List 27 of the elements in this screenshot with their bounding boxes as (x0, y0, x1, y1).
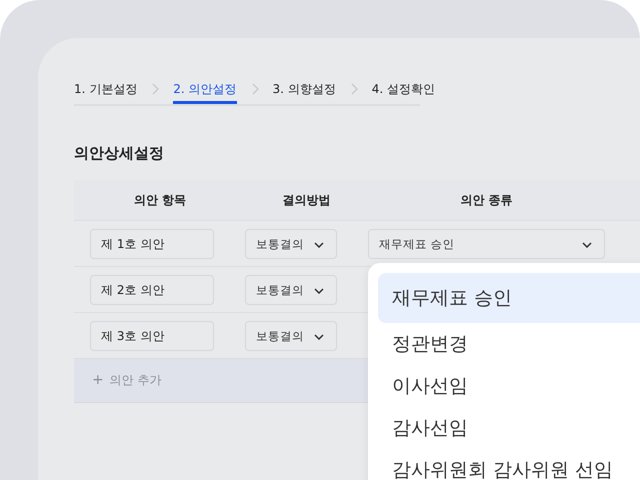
column-header: 의안 항목 (134, 192, 186, 206)
step-tab[interactable]: 2. 의안설정 (173, 76, 237, 104)
caret-down-icon (582, 242, 592, 248)
agenda-name-field[interactable]: 제 3호 의안 (90, 320, 214, 350)
step-tab[interactable]: 1. 기본설정 (74, 76, 138, 104)
agenda-type-select[interactable]: 재무제표 승인 (368, 228, 605, 258)
method-select[interactable]: 보통결의 (245, 274, 337, 304)
column-header: 결의방법 (282, 192, 330, 206)
chevron-right-icon (250, 83, 259, 95)
method-select[interactable]: 보통결의 (245, 320, 337, 350)
dropdown-option[interactable]: 정관변경 (378, 323, 640, 365)
step-tab[interactable]: 4. 설정확인 (372, 76, 436, 104)
dropdown-option[interactable]: 감사선임 (378, 407, 640, 449)
caret-down-icon (314, 242, 324, 248)
section-title: 의안상세설정 (74, 144, 165, 164)
chevron-right-icon (350, 83, 358, 95)
dropdown-option[interactable]: 감사위원회 감사위원 선임 (378, 449, 640, 480)
column-header: 의안 종류 (460, 192, 513, 206)
step-tab[interactable]: 3. 의향설정 (272, 76, 336, 104)
caret-down-icon (314, 334, 324, 340)
agenda-name-field[interactable]: 제 1호 의안 (90, 228, 214, 258)
method-select[interactable]: 보통결의 (245, 228, 337, 258)
chevron-right-icon (151, 83, 160, 95)
agenda-name-field[interactable]: 제 2호 의안 (90, 274, 214, 304)
dropdown-option[interactable]: 이사선임 (378, 365, 640, 407)
caret-down-icon (314, 288, 324, 294)
dropdown-option[interactable]: 재무제표 승인 (378, 273, 640, 323)
